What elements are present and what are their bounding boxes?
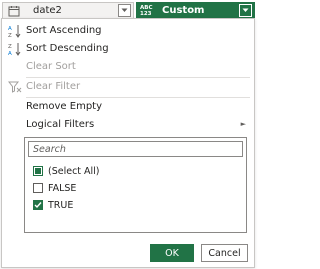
column-filter-dropdown-button[interactable] bbox=[118, 4, 131, 17]
checkbox-partial[interactable] bbox=[33, 166, 43, 176]
calendar-type-icon bbox=[7, 4, 21, 18]
search-box[interactable] bbox=[28, 141, 243, 157]
menu-item-sort-descending[interactable]: Z A Sort Descending bbox=[2, 40, 254, 58]
search-input[interactable] bbox=[29, 142, 242, 156]
menu-item-clear-filter[interactable]: Clear Filter bbox=[2, 78, 254, 96]
menu-item-label: Remove Empty bbox=[26, 101, 103, 112]
filter-item-select-all[interactable]: (Select All) bbox=[33, 164, 100, 178]
chevron-right-icon: ► bbox=[240, 120, 246, 128]
svg-text:Z: Z bbox=[8, 33, 12, 38]
chevron-down-icon bbox=[242, 8, 249, 12]
svg-text:Z: Z bbox=[8, 44, 12, 50]
column-header-custom[interactable]: ABC 123 Custom bbox=[136, 2, 255, 19]
filter-dropdown-panel: A Z Sort Ascending Z A Sort Descending C… bbox=[1, 18, 255, 268]
menu-item-logical-filters[interactable]: Logical Filters ► bbox=[2, 116, 254, 134]
column-filter-dropdown-button-custom[interactable] bbox=[239, 4, 252, 17]
menu-item-remove-empty[interactable]: Remove Empty bbox=[2, 98, 254, 116]
checkbox-checked[interactable] bbox=[33, 200, 43, 210]
menu-item-label: Sort Descending bbox=[26, 43, 109, 54]
column-header-date2[interactable]: date2 bbox=[2, 2, 134, 19]
menu-item-sort-ascending[interactable]: A Z Sort Ascending bbox=[2, 22, 254, 40]
sort-ascending-icon: A Z bbox=[8, 24, 22, 38]
menu-item-label: Sort Ascending bbox=[26, 25, 102, 36]
filter-values-list: (Select All) FALSE TRUE bbox=[24, 137, 247, 233]
filter-item-label: FALSE bbox=[48, 182, 77, 194]
filter-item-label: (Select All) bbox=[48, 165, 100, 177]
sort-descending-icon: Z A bbox=[8, 42, 22, 56]
menu-item-label: Clear Sort bbox=[26, 61, 76, 72]
menu-item-label: Logical Filters bbox=[26, 119, 95, 130]
chevron-down-icon bbox=[121, 8, 128, 12]
checkbox-unchecked[interactable] bbox=[33, 183, 43, 193]
clear-filter-icon bbox=[8, 80, 22, 94]
svg-text:A: A bbox=[8, 26, 12, 32]
any-type-icon: ABC 123 bbox=[140, 4, 153, 17]
filter-item-true[interactable]: TRUE bbox=[33, 198, 73, 212]
cancel-button[interactable]: Cancel bbox=[201, 244, 248, 262]
svg-text:A: A bbox=[8, 51, 12, 56]
ok-button[interactable]: OK bbox=[150, 244, 194, 262]
menu-item-clear-sort[interactable]: Clear Sort bbox=[2, 58, 254, 76]
column-name-custom: Custom bbox=[162, 5, 205, 16]
column-name-date2: date2 bbox=[33, 5, 62, 16]
menu-item-label: Clear Filter bbox=[26, 81, 81, 92]
filter-item-label: TRUE bbox=[48, 199, 74, 211]
filter-item-false[interactable]: FALSE bbox=[33, 181, 76, 195]
checkmark-icon bbox=[34, 202, 42, 209]
